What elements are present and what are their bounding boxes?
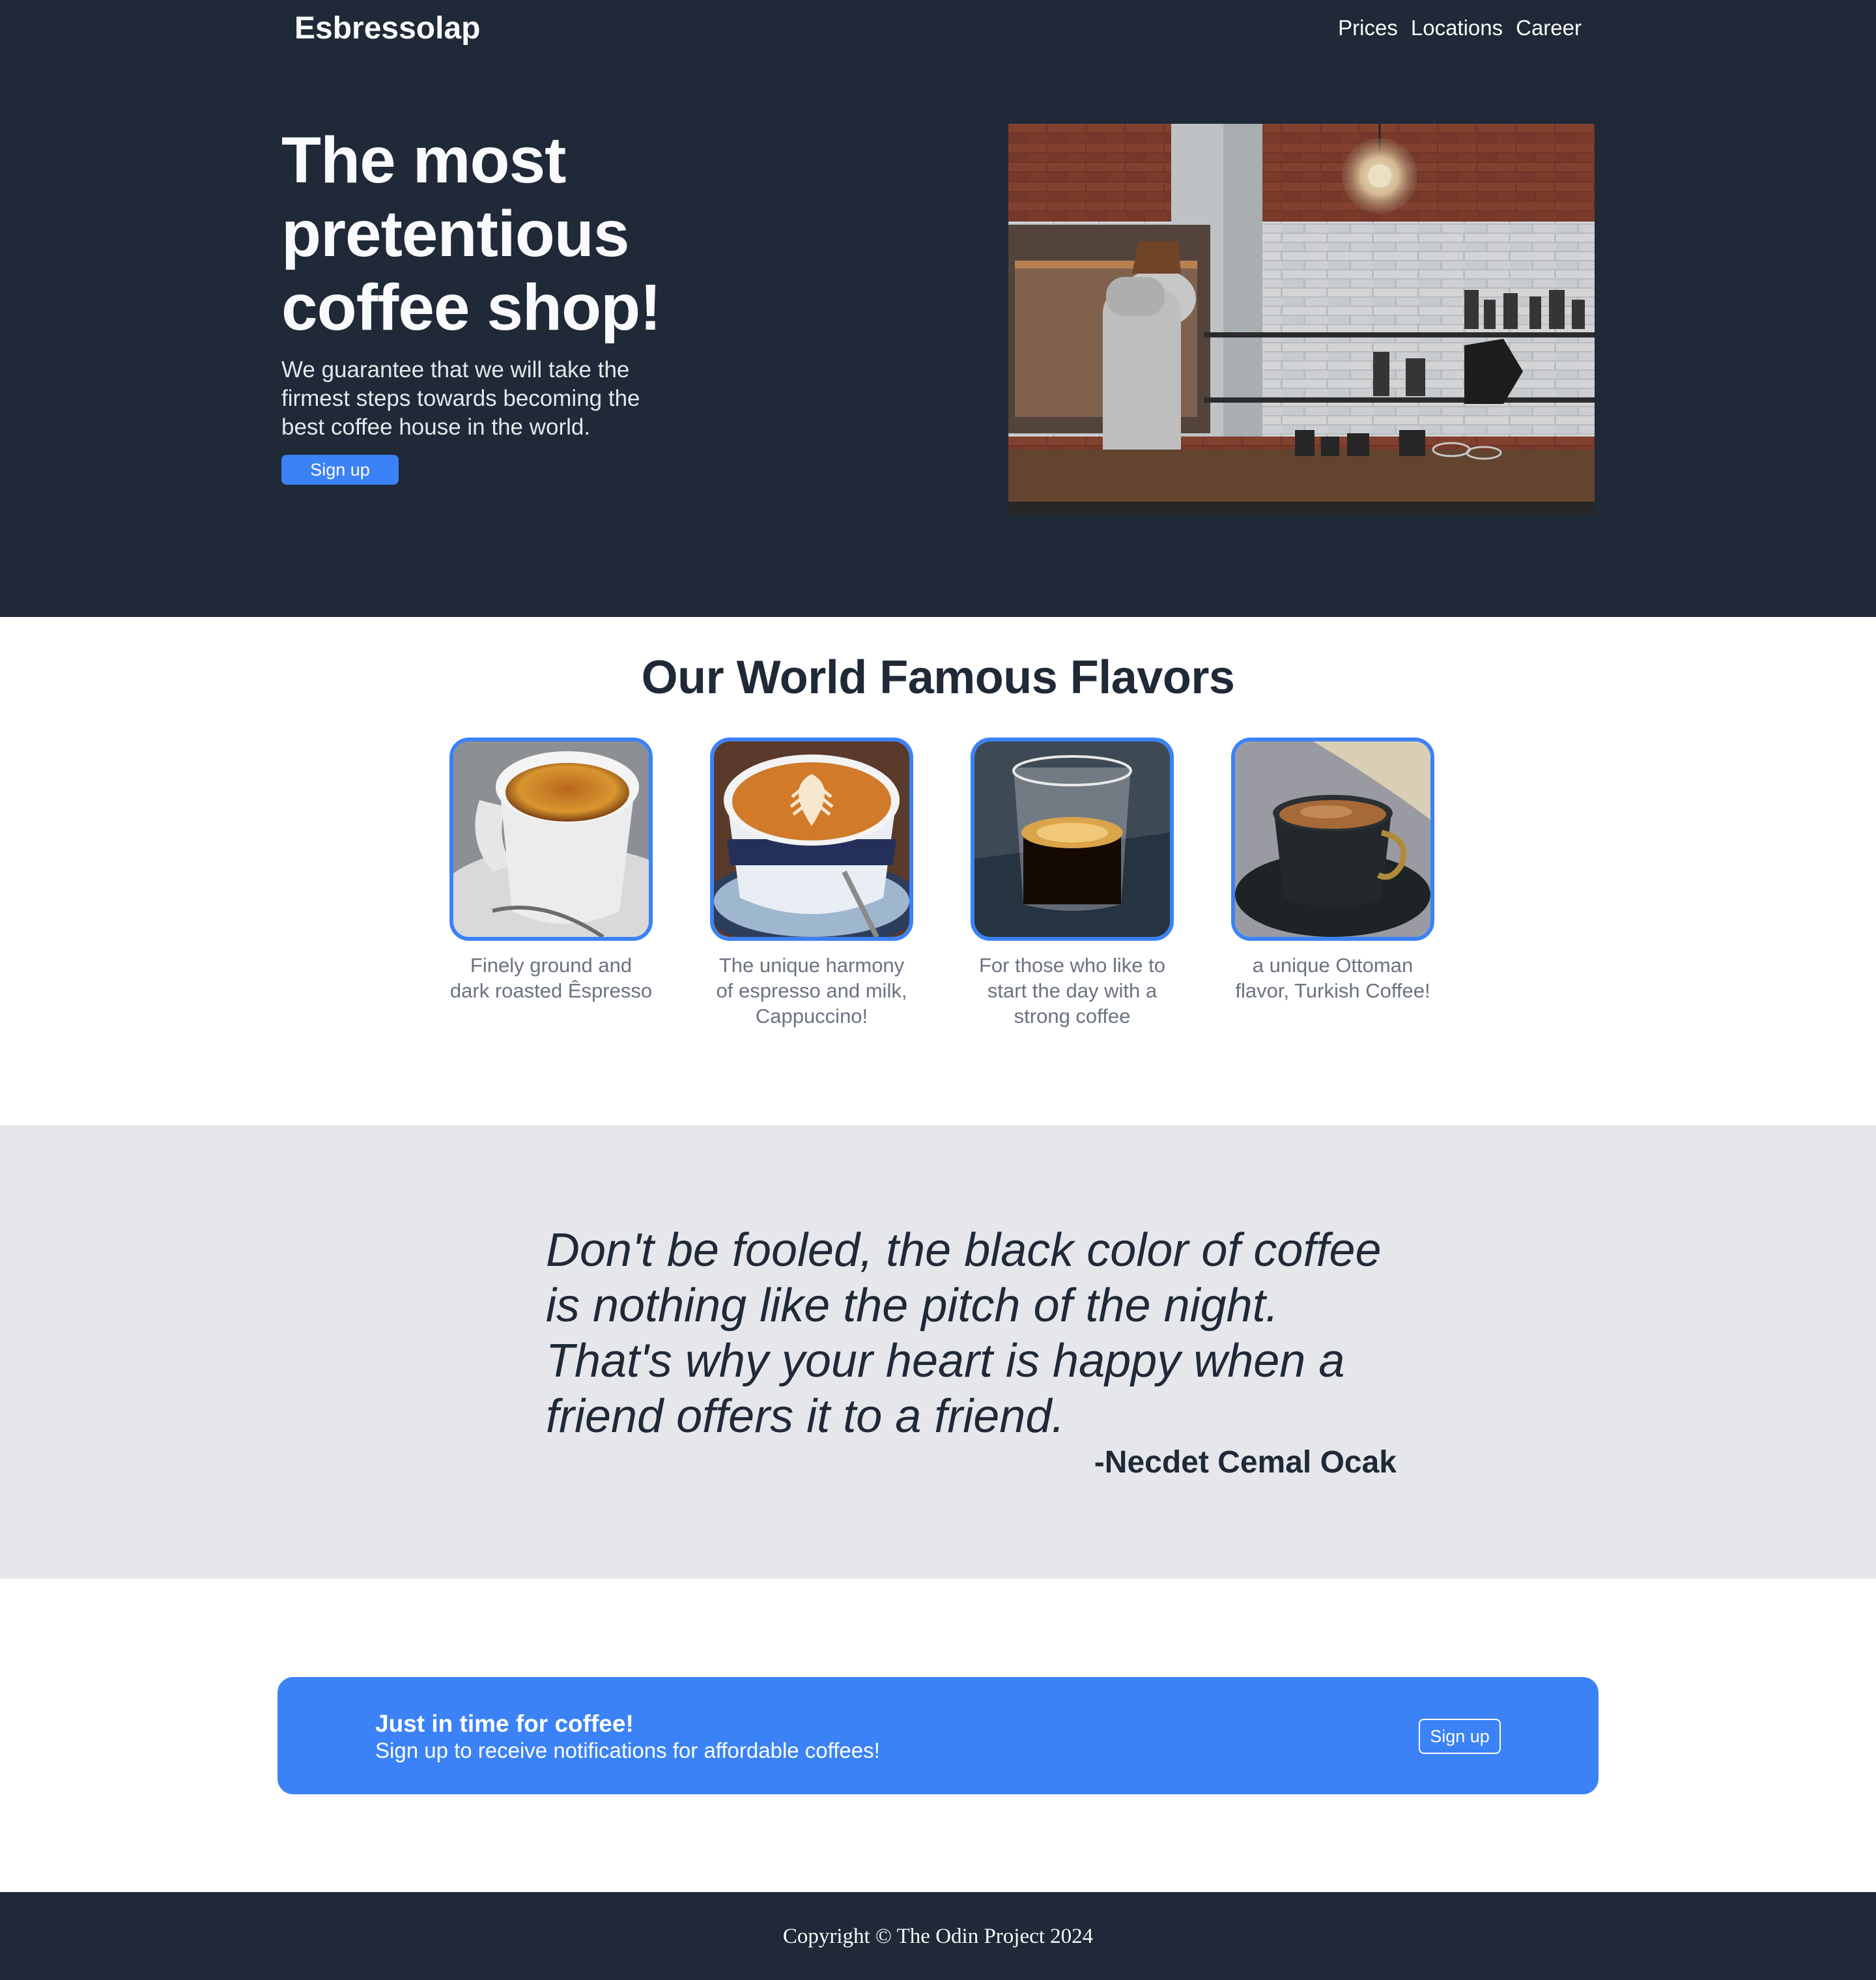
flavors-title: Our World Famous Flavors <box>641 652 1235 704</box>
banner-title: Just in time for coffee! <box>375 1710 634 1737</box>
flavor-caption: a unique Ottoman flavor, Turkish Coffee! <box>1235 954 1430 1002</box>
nav-link-locations[interactable]: Locations <box>1411 12 1503 44</box>
main-nav: Prices Locations Career <box>1338 12 1582 44</box>
flavor-caption: The unique harmony of espresso and milk,… <box>716 954 907 1027</box>
signup-banner: Just in time for coffee! Sign up to rece… <box>277 1677 1599 1794</box>
banner-signup-button[interactable]: Sign up <box>1419 1719 1501 1754</box>
nav-link-career[interactable]: Career <box>1516 12 1582 44</box>
flavor-caption: Finely ground and dark roasted Êspresso <box>449 954 653 1002</box>
quote-section: Don't be fooled, the black color of coff… <box>0 1125 1876 1579</box>
turkish-coffee-image <box>1231 738 1434 941</box>
nav-link-prices[interactable]: Prices <box>1338 12 1398 44</box>
copyright-text: Copyright © The Odin Project 2024 <box>782 1925 1094 1948</box>
hero-title: The most pretentious coffee shop! <box>281 124 661 344</box>
quote-text: Don't be fooled, the black color of coff… <box>546 1224 1382 1442</box>
hero-subtitle: We guarantee that we will take the firme… <box>281 357 640 440</box>
flavor-caption: For those who like to start the day with… <box>978 954 1166 1027</box>
flavor-card: Finely ground and dark roasted Êspresso <box>449 738 653 1003</box>
footer: Copyright © The Odin Project 2024 <box>0 1892 1876 1980</box>
flavor-card: The unique harmony of espresso and milk,… <box>710 738 913 1029</box>
strong-coffee-image <box>971 738 1174 941</box>
cappuccino-image <box>710 738 913 941</box>
hero-section: Esbressolap Prices Locations Career The … <box>0 0 1876 617</box>
espresso-image <box>449 738 653 941</box>
hero-signup-button[interactable]: Sign up <box>281 455 399 485</box>
brand-logo[interactable]: Esbressolap <box>294 9 480 48</box>
banner-subtitle: Sign up to receive notifications for aff… <box>375 1738 880 1762</box>
coffee-shop-image <box>1008 124 1595 515</box>
quote-author: -Necdet Cemal Ocak <box>1094 1445 1397 1480</box>
flavor-card: a unique Ottoman flavor, Turkish Coffee! <box>1231 738 1434 1003</box>
flavor-card: For those who like to start the day with… <box>971 738 1174 1029</box>
